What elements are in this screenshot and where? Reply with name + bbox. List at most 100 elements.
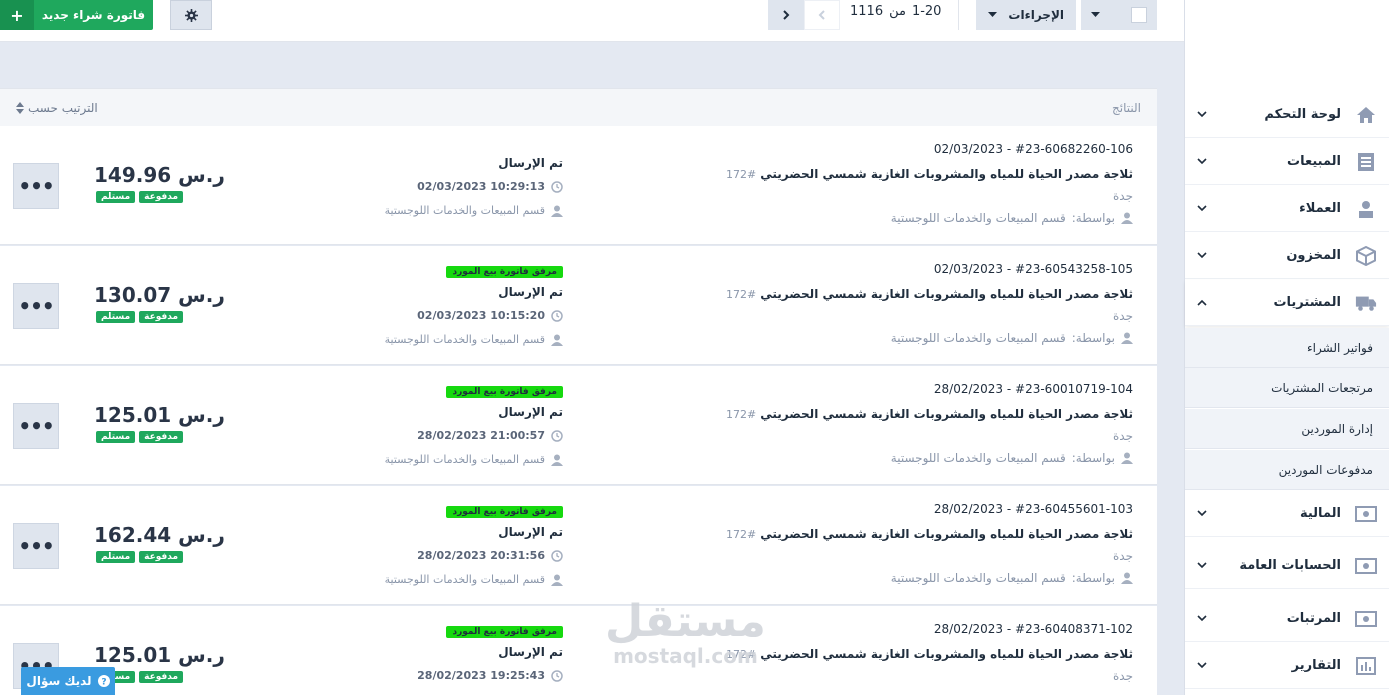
user-icon [551, 574, 563, 586]
sidebar-item-reports[interactable]: التقارير [1185, 643, 1389, 689]
clock-icon [551, 180, 563, 193]
settings-button[interactable] [170, 0, 212, 30]
sidebar-item-label: لوحة التحكم [1264, 107, 1341, 122]
new-purchase-invoice-button[interactable]: + فاتورة شراء جديد [0, 0, 153, 30]
pager-total: 1116 [850, 4, 884, 19]
sidebar-item-general-accounts[interactable]: الحسابات العامة [1185, 543, 1389, 589]
invoice-row[interactable]: 02/03/2023 - #23-60682260-106 ثلاجة مصدر… [0, 126, 1157, 245]
svg-text:?: ? [101, 678, 106, 688]
chevron-right-icon [783, 10, 790, 20]
sidebar-item-inventory[interactable]: المخزون [1185, 233, 1389, 279]
more-options-button[interactable]: ••• [13, 523, 59, 569]
invoice-ref: 02/03/2023 - #23-60682260-106 [933, 142, 1133, 156]
bulk-select-dropdown[interactable] [1081, 0, 1157, 30]
attachment-tag: مرفق فاتورة بيع المورد [446, 386, 563, 398]
box-icon [1355, 245, 1377, 267]
sidebar-item-finance[interactable]: المالية [1185, 491, 1389, 537]
chevron-down-icon [1195, 202, 1209, 216]
sidebar-item-label: المبيعات [1287, 154, 1341, 169]
city: جدة [1112, 309, 1133, 323]
new-purchase-invoice-label: فاتورة شراء جديد [41, 8, 146, 22]
created-by-prefix: بواسطة: [1071, 571, 1115, 585]
paid-badge: مدفوعة [139, 311, 184, 323]
supplier-tag: #172 [725, 528, 757, 541]
sidebar-item-label: العملاء [1299, 201, 1341, 216]
sidebar-item-label: المالية [1299, 506, 1341, 521]
more-options-button[interactable]: ••• [13, 283, 59, 329]
department-text: قسم المبيعات والخدمات اللوجستية [384, 333, 545, 346]
clock-icon [551, 549, 563, 562]
received-badge: مستلم [96, 551, 136, 563]
status-text: تم الإرسال [498, 285, 563, 299]
sort-label: الترتيب حسب [28, 100, 98, 115]
supplier-name[interactable]: ثلاجة مصدر الحياة للمياه والمشروبات الغا… [726, 647, 1133, 661]
receipt-icon [1355, 151, 1377, 173]
truck-icon [1355, 292, 1377, 314]
sidebar-item-payroll[interactable]: المرتبات [1185, 596, 1389, 642]
sidebar-item-dashboard[interactable]: لوحة التحكم [1185, 92, 1389, 138]
department: قسم المبيعات والخدمات اللوجستية [385, 333, 563, 346]
sidebar-item-purchases[interactable]: المشتريات [1185, 280, 1389, 326]
status-text: تم الإرسال [498, 156, 563, 170]
badges: مستلم مدفوعة [96, 311, 184, 323]
pager-range: 1-20 [911, 4, 942, 19]
paid-badge: مدفوعة [139, 191, 184, 203]
supplier-name[interactable]: ثلاجة مصدر الحياة للمياه والمشروبات الغا… [726, 167, 1133, 181]
received-badge: مستلم [96, 191, 136, 203]
sent-time-text: 20:31:56 28/02/2023 [417, 549, 545, 562]
clock-icon [551, 429, 563, 442]
user-icon [1121, 572, 1133, 584]
invoice-amount: 125.01 ر.س [94, 403, 225, 427]
department-text: قسم المبيعات والخدمات اللوجستية [384, 573, 545, 586]
sidebar-item-label: المرتبات [1286, 611, 1341, 626]
attachment-tag: مرفق فاتورة بيع المورد [446, 626, 563, 638]
created-by-name: قسم المبيعات والخدمات اللوجستية [890, 571, 1066, 585]
sent-time-text: 10:29:13 02/03/2023 [417, 180, 545, 193]
city: جدة [1112, 429, 1133, 443]
invoice-row[interactable]: 02/03/2023 - #23-60543258-105 ثلاجة مصدر… [0, 246, 1157, 365]
pager-of: من [889, 4, 906, 19]
more-options-button[interactable]: ••• [13, 163, 59, 209]
invoice-row[interactable]: 28/02/2023 - #23-60455601-103 ثلاجة مصدر… [0, 486, 1157, 605]
created-by-name: قسم المبيعات والخدمات اللوجستية [890, 451, 1066, 465]
paid-badge: مدفوعة [139, 431, 184, 443]
supplier-name-text: ثلاجة مصدر الحياة للمياه والمشروبات الغا… [760, 287, 1133, 301]
city: جدة [1112, 189, 1133, 203]
created-by-name: قسم المبيعات والخدمات اللوجستية [890, 211, 1066, 225]
invoice-row[interactable]: 28/02/2023 - #23-60010719-104 ثلاجة مصدر… [0, 366, 1157, 485]
city: جدة [1112, 669, 1133, 683]
invoice-amount: 125.01 ر.س [94, 643, 225, 667]
supplier-name-text: ثلاجة مصدر الحياة للمياه والمشروبات الغا… [760, 407, 1133, 421]
sidebar-subitem-suppliers[interactable]: إدارة الموردين [1185, 409, 1389, 449]
money-icon [1355, 555, 1377, 577]
user-icon [551, 205, 563, 217]
sidebar-item-sales[interactable]: المبيعات [1185, 139, 1389, 185]
invoice-ref: 28/02/2023 - #23-60010719-104 [933, 382, 1133, 396]
prev-page-button[interactable] [804, 0, 840, 30]
sidebar-subitem-purchase-returns[interactable]: مرتجعات المشتريات [1185, 368, 1389, 408]
supplier-name-text: ثلاجة مصدر الحياة للمياه والمشروبات الغا… [760, 167, 1133, 181]
more-options-button[interactable]: ••• [13, 403, 59, 449]
supplier-tag: #172 [725, 288, 757, 301]
badges: مستلم مدفوعة [96, 431, 184, 443]
supplier-name[interactable]: ثلاجة مصدر الحياة للمياه والمشروبات الغا… [726, 407, 1133, 421]
select-all-checkbox[interactable] [1131, 7, 1147, 23]
invoice-row[interactable]: 28/02/2023 - #23-60408371-102 ثلاجة مصدر… [0, 606, 1157, 695]
chevron-down-icon [1195, 507, 1209, 521]
received-badge: مستلم [96, 431, 136, 443]
supplier-name[interactable]: ثلاجة مصدر الحياة للمياه والمشروبات الغا… [726, 527, 1133, 541]
sidebar-item-label: المخزون [1286, 248, 1341, 263]
badges: مستلم مدفوعة [96, 551, 184, 563]
help-button[interactable]: لديك سؤال ? [21, 667, 115, 695]
supplier-name[interactable]: ثلاجة مصدر الحياة للمياه والمشروبات الغا… [726, 287, 1133, 301]
actions-dropdown[interactable]: الإجراءات [976, 0, 1076, 30]
sidebar-item-clients[interactable]: العملاء [1185, 186, 1389, 232]
sidebar-subitem-supplier-payments[interactable]: مدفوعات الموردين [1185, 450, 1389, 490]
question-icon: ? [97, 675, 110, 688]
sidebar-item-label: التقارير [1291, 658, 1341, 673]
user-icon [1121, 452, 1133, 464]
next-page-button[interactable] [768, 0, 804, 30]
sidebar-subitem-purchase-invoices[interactable]: فواتير الشراء [1185, 328, 1389, 368]
sort-button[interactable]: الترتيب حسب [16, 101, 98, 115]
pagination-info: 1-20 من 1116 [850, 4, 941, 24]
